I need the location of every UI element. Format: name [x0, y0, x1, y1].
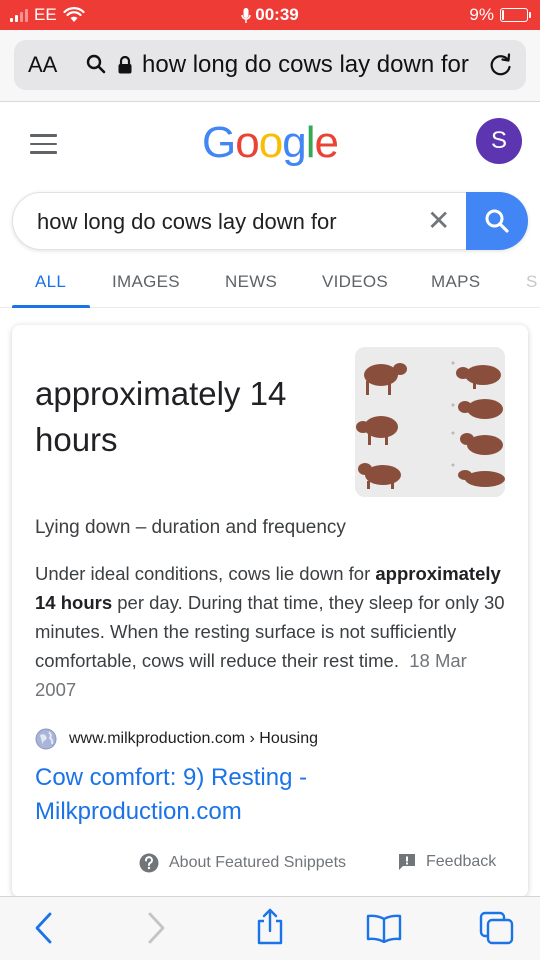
logo-letter: o: [258, 118, 284, 167]
reload-icon[interactable]: [488, 52, 514, 78]
browser-toolbar: [0, 896, 540, 960]
search-icon: [485, 209, 509, 233]
logo-letter: o: [235, 118, 260, 167]
about-featured-snippets-link[interactable]: About Featured Snippets: [139, 853, 346, 873]
logo-letter: e: [314, 118, 339, 167]
feedback-link[interactable]: Feedback: [398, 853, 496, 871]
tab-videos[interactable]: VIDEOS: [322, 272, 388, 292]
source-domain: www.milkproduction.com: [69, 730, 246, 747]
battery-fill: [502, 10, 504, 20]
tabs-icon[interactable]: [479, 911, 515, 945]
logo-letter: G: [202, 118, 236, 167]
search-icon: [86, 54, 106, 74]
back-icon[interactable]: [32, 911, 56, 945]
cow-illustration: [355, 347, 505, 497]
tab-images[interactable]: IMAGES: [112, 272, 180, 292]
search-input[interactable]: how long do cows lay down for: [37, 209, 337, 235]
snippet-source[interactable]: www.milkproduction.com › Housing: [35, 728, 318, 750]
about-label: About Featured Snippets: [169, 854, 347, 871]
battery-icon: [500, 8, 531, 22]
status-bar: EE 00:39 9%: [0, 0, 540, 30]
clear-icon[interactable]: ✕: [427, 207, 450, 235]
snippet-text-before: Under ideal conditions, cows lie down fo…: [35, 563, 376, 584]
battery-percent: 9%: [469, 5, 494, 24]
url-text[interactable]: how long do cows lay down for: [142, 51, 469, 79]
status-center: 00:39: [0, 5, 540, 25]
status-time: 00:39: [255, 5, 299, 24]
lock-icon: [118, 56, 132, 74]
help-icon: [139, 853, 159, 873]
browser-address-area: AA how long do cows lay down for: [0, 30, 540, 102]
snippet-answer: approximately 14 hours: [35, 375, 287, 458]
status-right: 9%: [469, 5, 531, 25]
forward-icon[interactable]: [144, 911, 168, 945]
feedback-label: Feedback: [426, 853, 497, 870]
search-tabs: ALL IMAGES NEWS VIDEOS MAPS S: [0, 262, 540, 308]
tab-all[interactable]: ALL: [35, 272, 66, 292]
snippet-subheading: Lying down – duration and frequency: [35, 517, 346, 538]
avatar[interactable]: S: [476, 118, 522, 164]
avatar-letter: S: [490, 127, 507, 154]
address-bar[interactable]: AA how long do cows lay down for: [14, 40, 526, 90]
cow-lying-thumbnail[interactable]: [355, 347, 505, 497]
featured-snippet-card: approximately 14 hours Lying down – dura…: [12, 325, 528, 897]
bookmarks-icon[interactable]: [366, 913, 402, 943]
search-box: how long do cows lay down for ✕: [12, 192, 528, 250]
google-logo[interactable]: Google: [0, 118, 540, 168]
active-tab-indicator: [12, 305, 90, 308]
feedback-icon: [399, 854, 415, 870]
result-title-link[interactable]: Cow comfort: 9) Resting - Milkproduction…: [35, 761, 495, 829]
search-button[interactable]: [466, 192, 528, 250]
tab-news[interactable]: NEWS: [225, 272, 277, 292]
globe-icon: [35, 728, 57, 750]
reader-aa-button[interactable]: AA: [28, 52, 57, 78]
source-path: › Housing: [249, 730, 318, 747]
logo-letter: g: [282, 118, 307, 167]
tab-maps[interactable]: MAPS: [431, 272, 480, 292]
snippet-footer: About Featured Snippets Feedback: [12, 849, 528, 879]
snippet-text: Under ideal conditions, cows lie down fo…: [35, 559, 509, 704]
microphone-icon: [241, 7, 251, 23]
tab-partial[interactable]: S: [526, 272, 538, 292]
share-icon[interactable]: [254, 907, 286, 945]
